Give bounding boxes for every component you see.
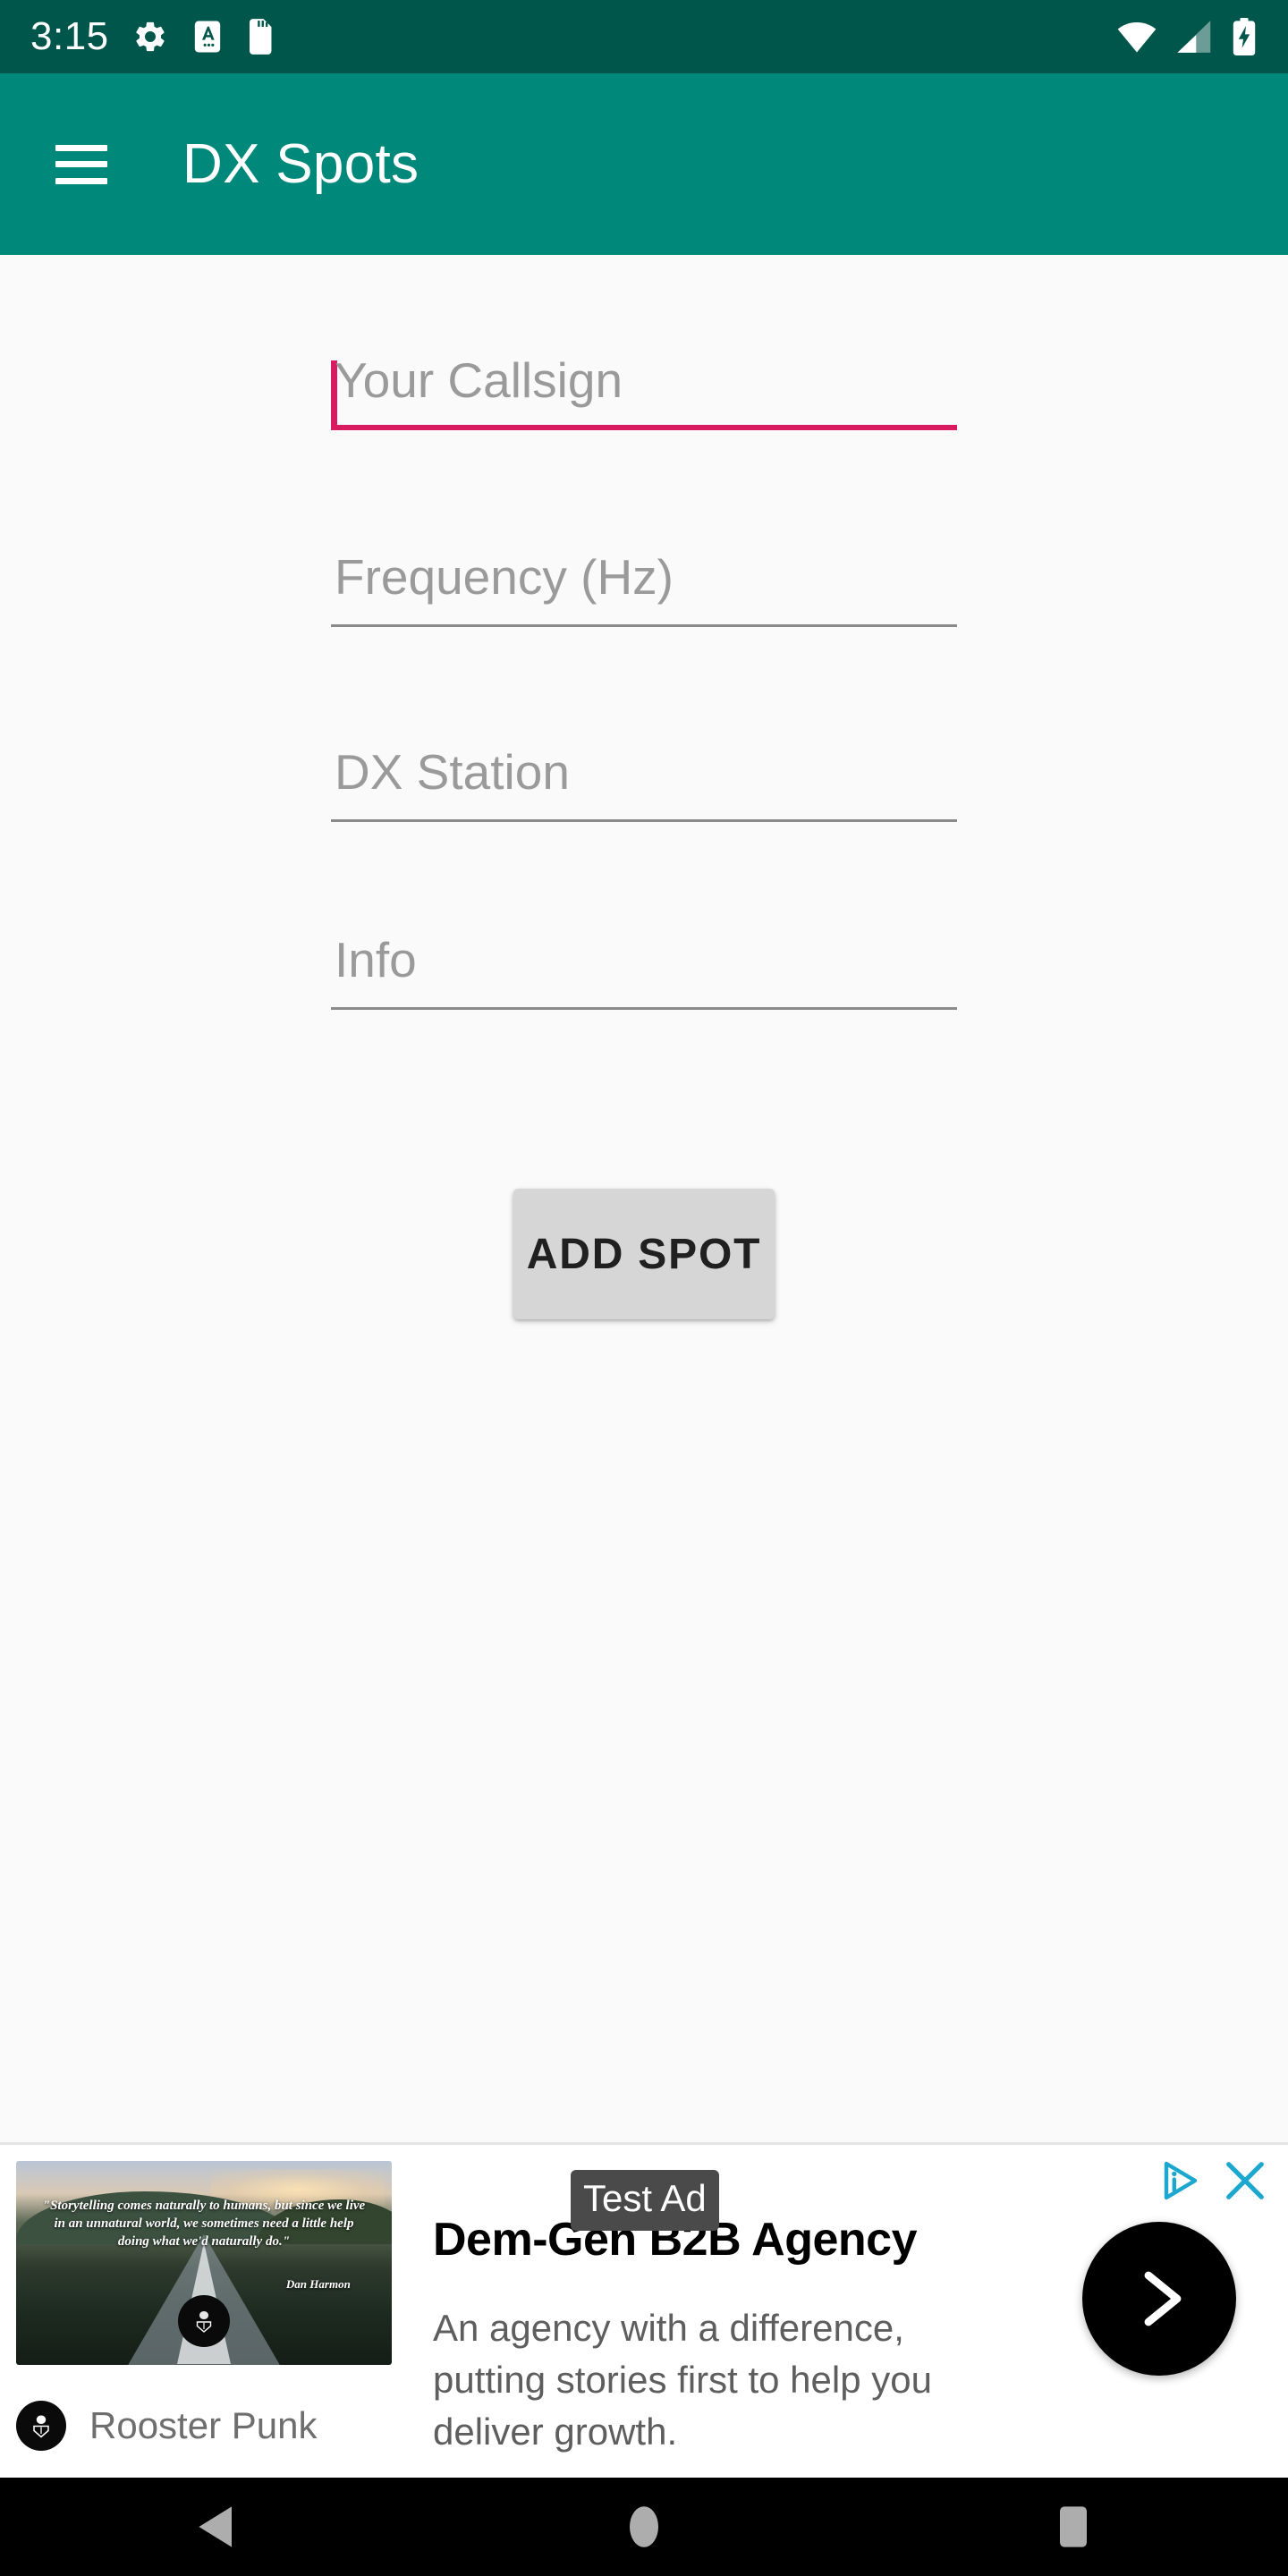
frequency-field[interactable]: Frequency (Hz) [331,541,957,627]
page-title: DX Spots [182,132,419,195]
close-x-icon[interactable] [1220,2156,1270,2206]
status-bar: 3:15 [0,0,1288,73]
main-content: Your Callsign Frequency (Hz) DX Station … [0,255,1288,2142]
dx-station-field[interactable]: DX Station [331,736,957,822]
status-bar-right [1116,17,1258,56]
ad-media-image[interactable]: "Storytelling comes naturally to humans,… [16,2161,392,2365]
ad-cta-button[interactable] [1082,2222,1236,2376]
battery-charging-icon [1231,17,1258,56]
auto-rotate-a-icon [191,19,224,55]
android-nav-bar [0,2478,1288,2576]
ad-banner[interactable]: "Storytelling comes naturally to humans,… [0,2142,1288,2478]
dx-station-underline [331,819,957,822]
ad-media-quote-attribution: Dan Harmon [285,2276,351,2291]
frequency-underline [331,624,957,627]
status-bar-left: 3:15 [30,17,275,56]
info-field[interactable]: Info [331,924,957,1010]
hamburger-line [55,144,107,151]
frequency-placeholder: Frequency (Hz) [335,549,674,605]
cellular-signal-icon [1175,20,1213,54]
add-spot-button[interactable]: ADD SPOT [513,1189,775,1319]
home-circle-icon[interactable] [429,2478,859,2576]
adchoices-icon[interactable] [1157,2157,1204,2204]
sd-card-icon [247,18,275,55]
info-placeholder: Info [335,932,417,987]
ad-body-text: An agency with a difference, putting sto… [433,2307,932,2453]
hamburger-line [55,161,107,167]
hamburger-line [55,177,107,184]
info-underline [331,1007,957,1010]
app-bar: DX Spots [0,73,1288,255]
phone-screen: 3:15 DX Spots Your Callsign Frequency (H… [0,0,1288,2576]
callsign-underline [331,425,957,430]
ad-advertiser-row[interactable]: Rooster Punk [16,2401,317,2451]
ad-media-brand-logo [178,2295,230,2348]
wifi-icon [1116,20,1157,54]
back-triangle-icon[interactable] [0,2478,429,2576]
status-clock: 3:15 [30,14,109,58]
ad-advertiser-name: Rooster Punk [89,2404,318,2446]
hamburger-menu-icon[interactable] [55,144,107,184]
settings-gear-icon [132,19,168,55]
ad-media-quote: "Storytelling comes naturally to humans,… [42,2199,366,2249]
ad-test-badge: Test Ad [571,2170,719,2231]
dx-station-placeholder: DX Station [335,744,570,800]
ad-advertiser-logo [16,2401,66,2451]
recents-square-icon[interactable] [859,2478,1288,2576]
chevron-right-icon [1144,2271,1182,2326]
callsign-placeholder: Your Callsign [335,352,623,408]
callsign-field[interactable]: Your Callsign [331,344,957,430]
